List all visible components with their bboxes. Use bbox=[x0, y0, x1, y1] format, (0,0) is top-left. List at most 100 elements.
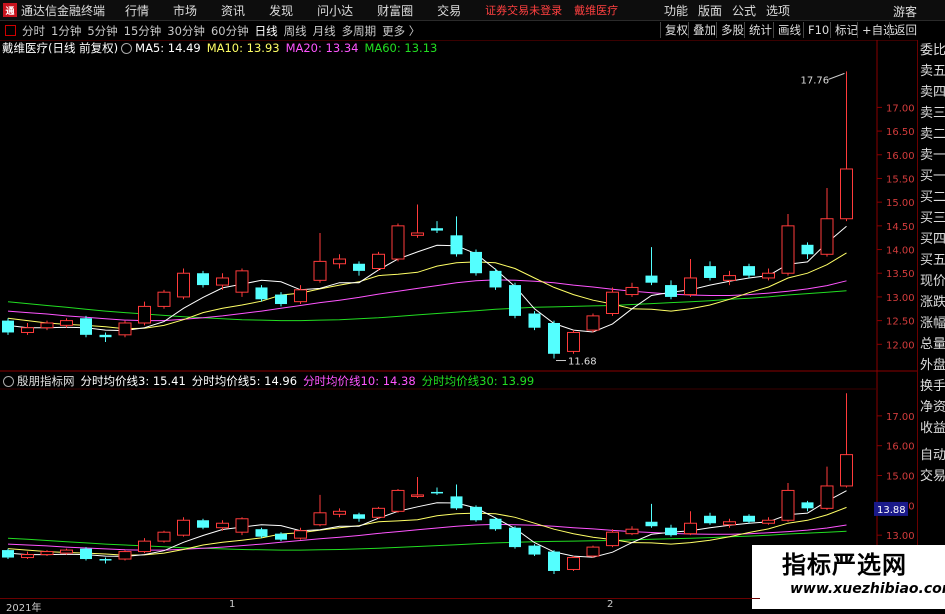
candle-body-up bbox=[157, 291, 171, 307]
quote-field-12: 涨跌 bbox=[920, 295, 945, 310]
candle-body-down bbox=[665, 285, 677, 297]
tab-multi-period[interactable]: 多周期 bbox=[342, 23, 377, 39]
sub-axis-tick-label: 16.00 bbox=[886, 442, 915, 453]
pin-icon[interactable] bbox=[5, 25, 16, 36]
tab-1min[interactable]: 1分钟 bbox=[51, 23, 81, 39]
guest-label[interactable]: 游客 bbox=[893, 3, 917, 20]
sub-candle-body-down bbox=[80, 548, 92, 560]
stats-button[interactable]: 统计 bbox=[744, 22, 776, 38]
menu-formula[interactable]: 公式 bbox=[732, 2, 756, 19]
watermark-title: 指标严选网 bbox=[782, 551, 907, 579]
sub-candle-body-up bbox=[586, 546, 600, 557]
candle-body-down bbox=[450, 235, 463, 255]
sub-axis-tick-label: 17.00 bbox=[886, 412, 915, 423]
menu-market[interactable]: 行情 bbox=[125, 2, 149, 19]
menu-wealth[interactable]: 财富圈 bbox=[377, 2, 413, 19]
tab-60min[interactable]: 60分钟 bbox=[211, 23, 249, 39]
tab-monthly[interactable]: 月线 bbox=[313, 23, 336, 39]
menu-right-group: 功能 版面 公式 选项 bbox=[664, 0, 800, 20]
candle-body-up bbox=[40, 322, 54, 329]
settings-icon[interactable] bbox=[121, 42, 133, 54]
sub-axis-tick-label: 13.00 bbox=[886, 531, 915, 542]
tab-5min[interactable]: 5分钟 bbox=[87, 23, 117, 39]
sub-candle-body-down bbox=[275, 533, 287, 540]
sub-candle-body-down bbox=[704, 515, 716, 524]
candle-body-down bbox=[80, 318, 92, 335]
candle-body-up bbox=[118, 322, 132, 336]
stock-link[interactable]: 戴维医疗 bbox=[574, 2, 618, 18]
quote-panel: 委比 卖五 卖四 卖三 卖二 卖一 买一 买二 买三 买四 买五 现价 涨跌 涨幅 总量 外盘 换手 净资 收益 自动… bbox=[917, 40, 945, 609]
price-tag: 13.88 bbox=[877, 505, 906, 516]
candle-body-up bbox=[411, 232, 424, 236]
tab-weekly[interactable]: 周线 bbox=[284, 23, 307, 39]
menu-news[interactable]: 资讯 bbox=[221, 2, 245, 19]
candle-body-up bbox=[138, 305, 151, 324]
sub-candle-body-up bbox=[567, 557, 580, 570]
candle-body-up bbox=[372, 253, 385, 269]
ma-lines bbox=[7, 225, 847, 333]
sub-candle-body-up bbox=[411, 494, 424, 497]
ma5-line bbox=[7, 225, 847, 333]
menu-options[interactable]: 选项 bbox=[766, 2, 790, 19]
tab-daily[interactable]: 日线 bbox=[255, 23, 278, 39]
candle-body-down bbox=[99, 334, 112, 338]
app-title: 通达信金融终端 bbox=[21, 3, 106, 18]
candle-body-down bbox=[704, 266, 716, 278]
candle-body-up bbox=[625, 286, 639, 296]
quote-field-14: 总量 bbox=[920, 337, 945, 352]
sub-candle-body-up bbox=[333, 510, 346, 515]
tab-intraday[interactable]: 分时 bbox=[22, 23, 45, 39]
menu-function[interactable]: 功能 bbox=[664, 2, 688, 19]
candle-body-up bbox=[294, 289, 307, 303]
stock-title: 戴维医疗(日线 前复权) bbox=[2, 41, 119, 55]
period-tab-bar: 分时 1分钟 5分钟 15分钟 30分钟 60分钟 日线 周线 月线 多周期 更… bbox=[0, 21, 945, 41]
quote-field-0: 委比 bbox=[920, 43, 945, 58]
candle-body-up bbox=[60, 320, 73, 326]
sub-candle-body-down bbox=[2, 550, 14, 558]
tab-more[interactable]: 更多 〉 bbox=[382, 23, 420, 39]
kline-chart[interactable]: 17.00 16.50 16.00 15.50 15.00 14.50 14.00 13.50… bbox=[0, 40, 917, 609]
tab-15min[interactable]: 15分钟 bbox=[124, 23, 162, 39]
back-button[interactable]: 返回 bbox=[889, 22, 921, 38]
candle-body-down bbox=[431, 228, 443, 231]
candle-body-down bbox=[528, 313, 541, 328]
quote-field-20: 交易 bbox=[920, 469, 945, 484]
quote-field-4: 卖二 bbox=[920, 127, 945, 142]
axis-tick-label: 12.00 bbox=[886, 340, 915, 351]
menu-discover[interactable]: 发现 bbox=[269, 2, 293, 19]
sub-settings-icon[interactable] bbox=[3, 375, 14, 387]
candle-body-up bbox=[333, 258, 346, 265]
trade-login-alert[interactable]: 证券交易未登录 bbox=[485, 2, 562, 18]
menu-trade[interactable]: 交易 bbox=[437, 2, 461, 19]
menu-assistant[interactable]: 问小达 bbox=[317, 2, 353, 19]
date-label-month-2: 2 bbox=[607, 599, 614, 610]
sub-candle-body-up bbox=[762, 519, 775, 524]
quote-field-9: 买四 bbox=[920, 232, 945, 247]
sub-candle-body-down bbox=[450, 496, 463, 509]
candle-body-up bbox=[567, 331, 580, 352]
sub-candle-body-up bbox=[138, 540, 151, 553]
axis-tick-label: 13.50 bbox=[886, 269, 915, 280]
f10-button[interactable]: F10 bbox=[803, 22, 833, 38]
sub-candle-body-up bbox=[235, 518, 249, 533]
menu-bar: 通 通达信金融终端 行情 市场 资讯 发现 问小达 财富圈 交易 证券交易未登录… bbox=[0, 0, 945, 21]
sub-candle-body-up bbox=[625, 528, 639, 535]
avg-line-10: 分时均价线10: 14.38 bbox=[303, 374, 416, 388]
sub-indicator-lines bbox=[7, 490, 847, 558]
candle-body-down bbox=[801, 244, 814, 255]
draw-button[interactable]: 画线 bbox=[773, 22, 805, 38]
menu-layout[interactable]: 版面 bbox=[698, 2, 722, 19]
axis-tick-label: 16.50 bbox=[886, 127, 915, 138]
candle-body-up bbox=[313, 260, 327, 281]
menu-sector[interactable]: 市场 bbox=[173, 2, 197, 19]
sub-candle-body-up bbox=[781, 489, 795, 521]
sub-candle-body-down bbox=[197, 520, 209, 528]
axis-tick-label: 12.50 bbox=[886, 317, 915, 328]
tab-30min[interactable]: 30分钟 bbox=[167, 23, 205, 39]
sub-candle-body-up bbox=[684, 522, 697, 535]
axis-tick-label: 14.50 bbox=[886, 222, 915, 233]
high-label: 17.76 bbox=[801, 75, 830, 86]
sub-candle-body-down bbox=[489, 518, 502, 530]
candle-body-up bbox=[781, 225, 795, 274]
quote-field-16: 换手 bbox=[920, 379, 945, 394]
